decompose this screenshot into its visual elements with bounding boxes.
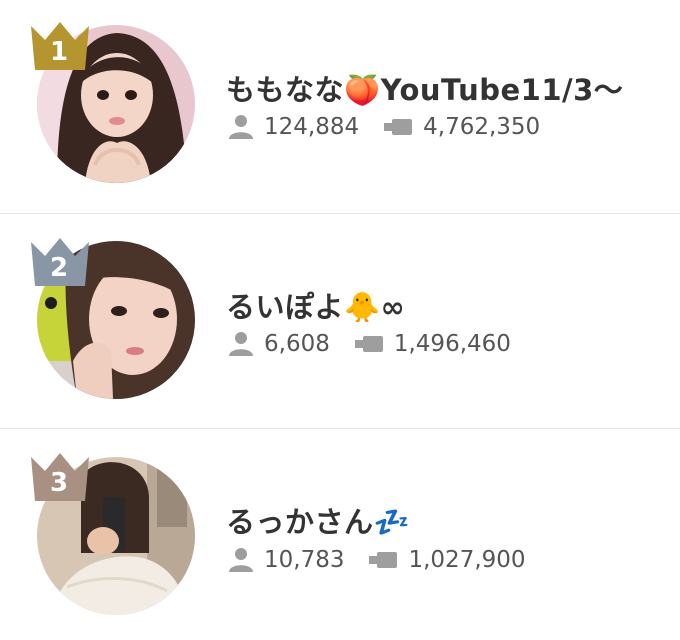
- video-camera-icon: [368, 550, 398, 570]
- followers-stat: 124,884: [228, 114, 359, 140]
- user-name[interactable]: ももなな🍑YouTube11/3〜: [226, 67, 623, 109]
- views-stat: 1,496,460: [354, 331, 511, 357]
- person-icon: [228, 547, 254, 573]
- ranking-row-2[interactable]: 2 るいぽよ🐥∞ 6,608 1,496,460: [0, 213, 680, 428]
- rank-number: 1: [49, 37, 69, 67]
- ranking-row-3[interactable]: 3 るっかさん💤 10,783 1,027,900: [0, 428, 680, 640]
- followers-stat: 6,608: [228, 331, 330, 357]
- view-count: 1,027,900: [408, 547, 526, 573]
- ranking-list: 1 ももなな🍑YouTube11/3〜 124,884 4,762,350 2 …: [0, 0, 680, 640]
- user-stats: 124,884 4,762,350: [228, 112, 540, 142]
- follower-count: 6,608: [264, 331, 330, 357]
- crown-icon: 1: [29, 20, 91, 72]
- followers-stat: 10,783: [228, 547, 344, 573]
- ranking-row-1[interactable]: 1 ももなな🍑YouTube11/3〜 124,884 4,762,350: [0, 0, 680, 215]
- video-camera-icon: [383, 117, 413, 137]
- follower-count: 124,884: [264, 114, 360, 140]
- rank-number: 2: [49, 253, 69, 283]
- user-name[interactable]: るいぽよ🐥∞: [226, 284, 405, 326]
- person-icon: [228, 331, 254, 357]
- view-count: 1,496,460: [393, 331, 511, 357]
- views-stat: 4,762,350: [383, 114, 540, 140]
- follower-count: 10,783: [264, 547, 345, 573]
- crown-icon: 3: [29, 451, 91, 503]
- user-stats: 6,608 1,496,460: [228, 329, 511, 359]
- user-name[interactable]: るっかさん💤: [226, 499, 410, 541]
- user-stats: 10,783 1,027,900: [228, 545, 526, 575]
- views-stat: 1,027,900: [368, 547, 526, 573]
- crown-icon: 2: [29, 236, 91, 288]
- video-camera-icon: [354, 334, 384, 354]
- rank-number: 3: [49, 468, 69, 498]
- view-count: 4,762,350: [423, 114, 541, 140]
- person-icon: [228, 114, 254, 140]
